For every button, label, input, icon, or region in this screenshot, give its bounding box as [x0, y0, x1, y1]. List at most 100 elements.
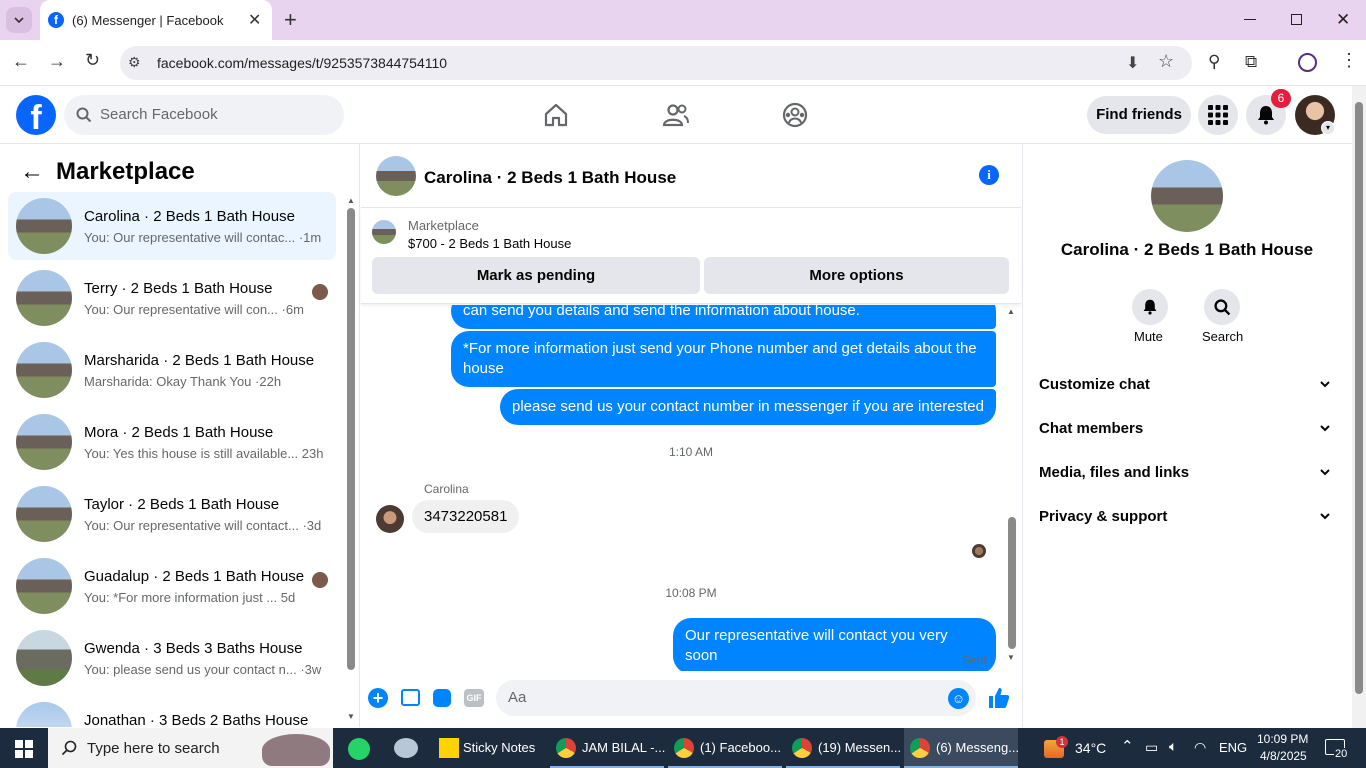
minimize-icon[interactable]	[1244, 19, 1256, 20]
back-icon[interactable]: ←	[12, 51, 30, 72]
puzzle-extensions-icon[interactable]: ⧉	[1245, 52, 1257, 72]
bookmark-star-icon[interactable]: ☆	[1158, 51, 1174, 72]
address-bar[interactable]: ⚙ facebook.com/messages/t/92535738447541…	[120, 46, 1192, 80]
profile-icon[interactable]	[1298, 53, 1317, 72]
chat-details-panel: Carolina · 2 Beds 1 Bath House Mute Sear…	[1022, 144, 1352, 727]
taskbar-app-label: Sticky Notes	[463, 740, 536, 755]
conversation-item-terry[interactable]: Terry · 2 Beds 1 Bath House You: Our rep…	[8, 264, 336, 332]
friends-icon[interactable]	[662, 102, 690, 128]
mute-button[interactable]	[1132, 289, 1168, 325]
back-arrow-icon[interactable]: ←	[20, 158, 44, 186]
search-facebook-input[interactable]: Search Facebook	[64, 95, 344, 135]
outgoing-message[interactable]: *For more information just send your Pho…	[451, 331, 996, 387]
message-input[interactable]: Aa ☺	[496, 680, 976, 716]
section-label: Customize chat	[1039, 376, 1150, 393]
find-friends-label: Find friends	[1096, 106, 1182, 123]
taskbar-app-chrome-2[interactable]: (1) Faceboo...	[668, 728, 782, 768]
customize-chat-row[interactable]: Customize chat	[1039, 376, 1339, 393]
sender-avatar[interactable]	[376, 505, 404, 533]
info-icon[interactable]: i	[979, 165, 999, 185]
url-text[interactable]: facebook.com/messages/t/9253573844754110	[157, 55, 447, 71]
conversation-item-guadalup[interactable]: Guadalup · 2 Beds 1 Bath House You: *For…	[8, 552, 336, 620]
weather-temperature[interactable]: 34°C	[1075, 740, 1106, 756]
groups-icon[interactable]	[781, 101, 809, 129]
close-tab-icon[interactable]: ✕	[248, 10, 261, 30]
conversation-item-jonathan[interactable]: Jonathan · 3 Beds 2 Baths House	[8, 696, 336, 727]
new-tab-icon[interactable]: +	[284, 7, 297, 33]
listing-thumbnail[interactable]	[372, 220, 396, 244]
chevron-down-icon	[1320, 425, 1330, 432]
chat-members-row[interactable]: Chat members	[1039, 420, 1339, 437]
sticker-icon[interactable]	[433, 689, 451, 707]
details-avatar[interactable]	[1151, 160, 1223, 232]
clock-date[interactable]: 4/8/2025	[1260, 749, 1307, 763]
extension-icon[interactable]: ⚲	[1208, 52, 1220, 72]
seen-avatar	[312, 284, 328, 300]
conversation-item-taylor[interactable]: Taylor · 2 Beds 1 Bath House You: Our re…	[8, 480, 336, 548]
page-scroll-thumb[interactable]	[1355, 102, 1363, 694]
taskbar-app-chrome-1[interactable]: JAM BILAL -...	[550, 728, 665, 768]
input-language[interactable]: ENG	[1219, 740, 1247, 755]
paint-app-icon[interactable]	[394, 738, 418, 758]
gif-icon[interactable]: GIF	[464, 689, 484, 707]
emoji-icon[interactable]: ☺	[948, 688, 969, 709]
thread-scrollbar[interactable]: ▲ ▼	[1006, 305, 1018, 665]
search-in-chat-button[interactable]	[1204, 289, 1240, 325]
incoming-message[interactable]: 3473220581	[412, 500, 520, 533]
conversation-item-gwenda[interactable]: Gwenda · 3 Beds 3 Baths House You: pleas…	[8, 624, 336, 692]
chevron-down-icon	[1320, 513, 1330, 520]
windows-taskbar: Type here to search Sticky Notes JAM BIL…	[0, 728, 1366, 768]
clock-time[interactable]: 10:09 PM	[1257, 732, 1308, 746]
conversation-item-marsharida[interactable]: Marsharida · 2 Beds 1 Bath House Marshar…	[8, 336, 336, 404]
sidebar-scroll-thumb[interactable]	[347, 208, 355, 670]
tab-search-button[interactable]	[6, 7, 32, 33]
taskbar-app-chrome-4-active[interactable]: (6) Messeng...	[904, 728, 1019, 768]
network-icon[interactable]: ◠	[1194, 739, 1206, 756]
windows-start-icon[interactable]	[15, 740, 33, 758]
privacy-support-row[interactable]: Privacy & support	[1039, 508, 1339, 525]
chrome-icon	[910, 738, 930, 758]
taskbar-app-chrome-3[interactable]: (19) Messen...	[786, 728, 901, 768]
reload-icon[interactable]: ↻	[85, 50, 100, 71]
bell-icon	[1143, 299, 1157, 315]
sticky-notes-icon	[439, 738, 459, 758]
show-hidden-icons-icon[interactable]: ⌃	[1121, 737, 1134, 755]
conversation-item-mora[interactable]: Mora · 2 Beds 1 Bath House You: Yes this…	[8, 408, 336, 476]
chat-title[interactable]: Carolina · 2 Beds 1 Bath House	[424, 168, 676, 188]
outgoing-message[interactable]: please send us your contact number in me…	[500, 389, 996, 425]
page-scrollbar[interactable]	[1352, 86, 1366, 728]
taskbar-search-box[interactable]: Type here to search	[48, 728, 333, 768]
find-friends-button[interactable]: Find friends	[1087, 96, 1191, 134]
listing-price[interactable]: $700 - 2 Beds 1 Bath House	[408, 236, 571, 251]
site-info-icon[interactable]: ⚙	[128, 54, 141, 71]
photo-icon[interactable]	[401, 689, 420, 706]
like-thumbs-up-icon[interactable]	[987, 686, 1011, 710]
sidebar-scrollbar[interactable]: ▲ ▼	[346, 196, 356, 724]
install-app-icon[interactable]: ⬇	[1126, 53, 1139, 73]
facebook-logo-icon[interactable]: f	[16, 95, 56, 135]
volume-icon[interactable]: 🔈︎	[1169, 738, 1177, 755]
media-files-links-row[interactable]: Media, files and links	[1039, 464, 1339, 481]
forward-icon[interactable]: →	[48, 51, 66, 72]
account-chevron-icon[interactable]: ▾	[1321, 121, 1335, 135]
conversation-item-carolina[interactable]: Carolina · 2 Beds 1 Bath House You: Our …	[8, 192, 336, 260]
browser-tab-active[interactable]: f (6) Messenger | Facebook ✕	[40, 0, 272, 40]
search-label: Search	[1202, 329, 1244, 344]
whatsapp-icon[interactable]	[348, 738, 370, 760]
more-options-button[interactable]: More options	[704, 257, 1009, 294]
plus-icon[interactable]: +	[368, 688, 388, 708]
outgoing-message[interactable]: Our representative will contact you very…	[673, 618, 996, 671]
menu-kebab-icon[interactable]: ⋮	[1340, 50, 1358, 71]
mark-as-pending-button[interactable]: Mark as pending	[372, 257, 700, 294]
restore-icon[interactable]	[1291, 14, 1302, 25]
thread-scroll-thumb[interactable]	[1008, 517, 1016, 649]
chat-avatar[interactable]	[376, 156, 416, 196]
menu-grid-button[interactable]	[1198, 95, 1238, 135]
home-icon[interactable]	[543, 102, 569, 128]
close-window-icon[interactable]: ✕	[1336, 10, 1350, 30]
taskbar-app-sticky-notes[interactable]: Sticky Notes	[432, 728, 546, 768]
battery-icon[interactable]: ▭	[1145, 739, 1158, 756]
sidebar-title: Marketplace	[56, 158, 195, 185]
outgoing-message[interactable]: can send you details and send the inform…	[451, 305, 996, 329]
sender-name: Carolina	[424, 482, 469, 496]
